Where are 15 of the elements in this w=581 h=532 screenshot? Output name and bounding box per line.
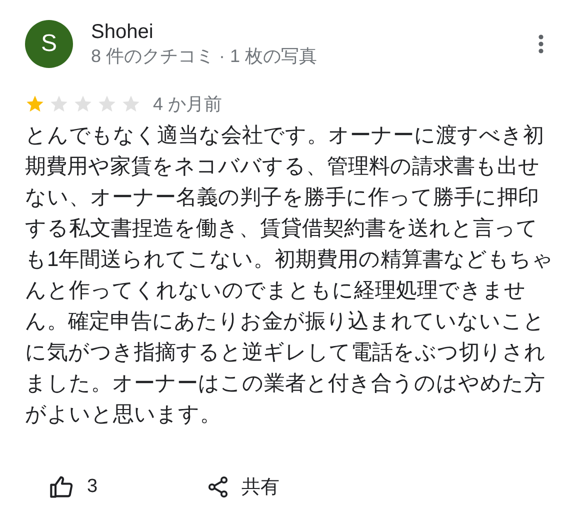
star-icon bbox=[121, 94, 141, 114]
share-button[interactable]: 共有 bbox=[202, 470, 284, 504]
reviewer-name[interactable]: Shohei bbox=[91, 20, 538, 44]
review-date: 4 か月前 bbox=[153, 93, 222, 116]
more-options-icon[interactable] bbox=[538, 34, 544, 54]
star-icon bbox=[25, 94, 45, 114]
thumbs-up-icon bbox=[49, 474, 75, 500]
like-button[interactable]: 3 bbox=[45, 470, 102, 504]
reviewer-stats: 8 件のクチコミ · 1 枚の写真 bbox=[91, 45, 318, 68]
review-text: とんでもなく適当な会社です。オーナーに渡すべき初期費用や家賃をネコババする、管理料の請求書も出せない、オーナー名義の判子を勝手に作って勝手に押印する私文書捏造を働き、賃貸借契約書を送れと言っても1年間送られてこない。初期費用の精算書などもちゃんと作ってくれないのでまともに経理処理できません。確定申告にあたりお金が振り込まれていないことに気がつき指摘すると逆ギレして電話をぶつ切りされました。オーナーはこの業者と付き合うのはやめた方がよいと思います。 bbox=[25, 123, 555, 428]
star-icon bbox=[73, 94, 93, 114]
star-icon bbox=[97, 94, 117, 114]
share-icon bbox=[206, 475, 230, 499]
star-icon bbox=[49, 94, 69, 114]
avatar: S bbox=[25, 20, 73, 68]
